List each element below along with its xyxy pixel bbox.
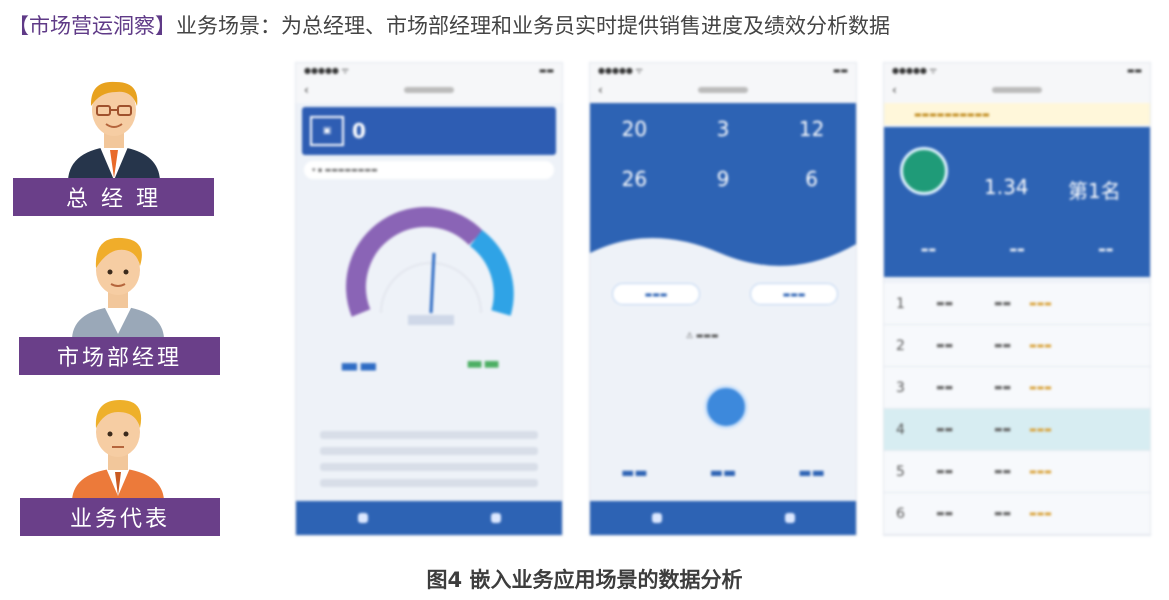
headline: 【市场营运洞察】业务场景：为总经理、市场部经理和业务员实时提供销售进度及绩效分析… — [8, 10, 890, 40]
tab-profile[interactable] — [490, 513, 501, 523]
detail-row — [320, 479, 538, 487]
tab-profile[interactable] — [784, 513, 795, 523]
status-bar: ●●●●● ᯤ ▬▬ — [296, 63, 562, 77]
tab-bar — [296, 501, 562, 535]
marketing-manager-illustration — [72, 237, 164, 338]
headline-description: 业务场景：为总经理、市场部经理和业务员实时提供销售进度及绩效分析数据 — [176, 14, 890, 38]
stat-value: 26 — [621, 167, 648, 191]
stat-value: 12 — [798, 117, 825, 141]
list-item[interactable]: 3 ▬▬ ▬▬ ▬▬▬ — [884, 367, 1150, 409]
stat-value: 3 — [716, 117, 730, 141]
role-label-marketing-manager: 市场部经理 — [19, 337, 220, 375]
stats-grid: 20 3 12 26 9 6 — [590, 107, 856, 191]
banner-value: 0 — [352, 119, 366, 143]
ranking-list: 1 ▬▬ ▬▬ ▬▬▬ 2 ▬▬ ▬▬ ▬▬▬ 3 ▬▬ ▬▬ ▬▬▬ 4 ▬▬ ▬▬ ▬▬▬ 5 ▬▬ ▬… — [884, 283, 1150, 535]
summary-banner: ▣ 0 — [302, 107, 556, 155]
nav-bar: ‹ — [884, 77, 1150, 103]
list-item[interactable]: 2 ▬▬ ▬▬ ▬▬▬ — [884, 325, 1150, 367]
progress-gauge — [346, 206, 514, 325]
stat-cell: 6 — [767, 157, 856, 191]
stat-value: 9 — [716, 167, 730, 191]
filter-pill-right[interactable]: ▬▬▬ — [750, 283, 838, 305]
profile-header: 1.34 第1名 ▬▬ ▬▬ ▬▬ — [884, 127, 1150, 277]
stat-value: 20 — [621, 117, 648, 141]
metric-left: ▬▬ — [340, 353, 378, 377]
status-bar: ●●●●● ᯤ ▬▬ — [590, 63, 856, 77]
role-label-sales-rep: 业务代表 — [20, 498, 220, 536]
user-avatar-icon[interactable] — [704, 385, 748, 429]
list-item[interactable]: 6 ▬▬ ▬▬ ▬▬▬ — [884, 493, 1150, 535]
list-item[interactable]: 5 ▬▬ ▬▬ ▬▬▬ — [884, 451, 1150, 493]
headline-tag: 【市场营运洞察】 — [8, 14, 176, 38]
figure-caption: 图4 嵌入业务应用场景的数据分析 — [426, 568, 743, 592]
detail-row — [320, 431, 538, 439]
filter-pill-left[interactable]: ▬▬▬ — [612, 283, 700, 305]
tab-home[interactable] — [651, 513, 662, 523]
rank-value: 第1名 — [1068, 179, 1121, 203]
warning-icon: ⚠ ▬▬▬ — [686, 331, 719, 340]
score-value: 1.34 — [984, 175, 1029, 199]
logo-icon: ▣ — [310, 116, 344, 146]
detail-row — [320, 447, 538, 455]
general-manager-illustration — [68, 81, 160, 180]
detail-row — [320, 463, 538, 471]
nav-bar: ‹ — [590, 77, 856, 103]
role-label-general-manager: 总 经 理 — [13, 178, 214, 216]
list-item[interactable]: 4 ▬▬ ▬▬ ▬▬▬ — [884, 409, 1150, 451]
profile-icon — [784, 513, 795, 523]
back-icon[interactable]: ‹ — [892, 83, 897, 97]
home-icon — [357, 513, 368, 523]
phone-screenshot-sales-progress: ●●●●● ᯤ ▬▬ ‹ ▣ 0 ▾ ▪ ▬▬▬▬▬▬▬▬ ▬▬ ▬▬ — [295, 62, 563, 536]
phone-screenshot-performance-ranking: ●●●●● ᯤ ▬▬ ‹ ▬▬▬▬▬▬▬▬▬▬ 1.34 第1名 ▬▬ ▬▬ ▬▬ 1… — [883, 62, 1151, 536]
back-icon[interactable]: ‹ — [598, 83, 603, 97]
notice-bar: ▬▬▬▬▬▬▬▬▬▬ — [884, 103, 1150, 125]
user-avatar-icon[interactable] — [900, 147, 948, 195]
status-bar: ●●●●● ᯤ ▬▬ — [884, 63, 1150, 77]
back-icon[interactable]: ‹ — [304, 83, 309, 97]
summary-row: ▬▬ ▬▬ ▬▬ — [920, 245, 1114, 254]
stat-cell: 20 — [590, 107, 679, 141]
bottom-metrics: ▬▬ ▬▬ ▬▬ — [621, 465, 825, 481]
stat-cell: 26 — [590, 157, 679, 191]
filter-bar[interactable]: ▾ ▪ ▬▬▬▬▬▬▬▬ — [304, 161, 554, 179]
stat-cell: 9 — [679, 157, 768, 191]
metric-right: ▬▬ — [466, 353, 501, 374]
stat-cell: 3 — [679, 107, 768, 141]
stat-cell: 12 — [767, 107, 856, 141]
tab-bar — [590, 501, 856, 535]
sales-rep-illustration — [72, 400, 164, 500]
list-item[interactable]: 1 ▬▬ ▬▬ ▬▬▬ — [884, 283, 1150, 325]
home-icon — [651, 513, 662, 523]
tab-home[interactable] — [357, 513, 368, 523]
phone-screenshot-market-dashboard: ●●●●● ᯤ ▬▬ ‹ 20 3 12 26 9 6 ▬▬▬ ▬▬▬ ⚠ ▬▬▬… — [589, 62, 857, 536]
profile-icon — [490, 513, 501, 523]
nav-bar: ‹ — [296, 77, 562, 103]
stat-value: 6 — [805, 167, 819, 191]
